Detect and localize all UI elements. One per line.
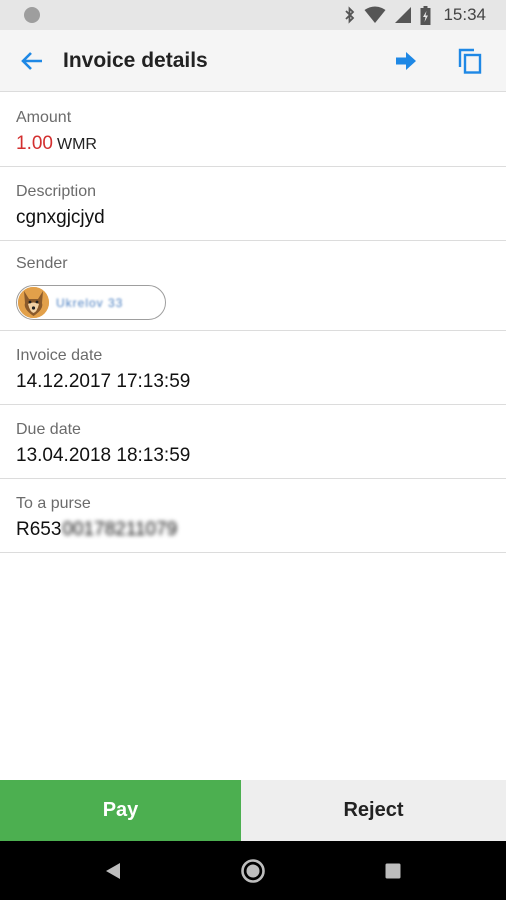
status-time: 15:34 (443, 5, 486, 24)
description-field: Description cgnxgjcjyd (0, 167, 506, 241)
sender-name: Ukrelov 33 (56, 295, 124, 310)
amount-label: Amount (16, 109, 72, 126)
home-circle-icon (241, 859, 265, 883)
cell-signal-icon (395, 7, 412, 23)
wifi-icon (364, 6, 386, 23)
description-label: Description (16, 183, 97, 200)
amount-value: 1.00 WMR (16, 133, 97, 155)
pay-button[interactable]: Pay (0, 780, 241, 841)
amount-number: 1.00 (16, 133, 53, 154)
navigation-bar (0, 841, 506, 900)
purse-number-masked: 00178211079 (62, 519, 178, 540)
notification-dot-icon (24, 7, 40, 23)
invoice-date-value: 14.12.2017 17:13:59 (16, 371, 191, 392)
status-icons: 15:34 (344, 0, 486, 30)
back-triangle-icon (106, 863, 120, 879)
nav-back-button[interactable] (97, 855, 129, 887)
copy-icon (458, 48, 482, 74)
battery-icon (420, 5, 431, 25)
sender-field: Sender Ukrelov 33 (0, 241, 506, 331)
due-date-value: 13.04.2018 18:13:59 (16, 445, 191, 466)
back-button[interactable] (14, 43, 50, 79)
bluetooth-icon (345, 6, 355, 24)
nav-recents-button[interactable] (377, 855, 409, 887)
page-title: Invoice details (63, 49, 208, 72)
invoice-date-field: Invoice date 14.12.2017 17:13:59 (0, 331, 506, 405)
invoice-date-label: Invoice date (16, 347, 103, 364)
arrow-forward-icon (396, 52, 416, 70)
purse-value: R65300178211079 (16, 519, 177, 541)
arrow-back-icon (21, 52, 42, 70)
avatar (18, 287, 49, 318)
purse-prefix: R653 (16, 519, 62, 540)
due-date-field: Due date 13.04.2018 18:13:59 (0, 405, 506, 479)
nav-home-button[interactable] (237, 855, 269, 887)
copy-button[interactable] (452, 43, 488, 79)
forward-button[interactable] (388, 43, 424, 79)
reject-button[interactable]: Reject (241, 780, 506, 841)
status-bar: 15:34 (0, 0, 506, 30)
description-value: cgnxgjcjyd (16, 207, 105, 228)
recents-square-icon (385, 863, 401, 879)
sender-label: Sender (16, 255, 68, 272)
purse-field: To a purse R65300178211079 (0, 479, 506, 553)
sender-chip[interactable]: Ukrelov 33 (16, 285, 166, 320)
amount-field: Amount 1.00 WMR (0, 92, 506, 167)
purse-label: To a purse (16, 495, 91, 512)
due-date-label: Due date (16, 421, 81, 438)
app-bar: Invoice details (0, 30, 506, 92)
amount-currency: WMR (56, 136, 97, 153)
